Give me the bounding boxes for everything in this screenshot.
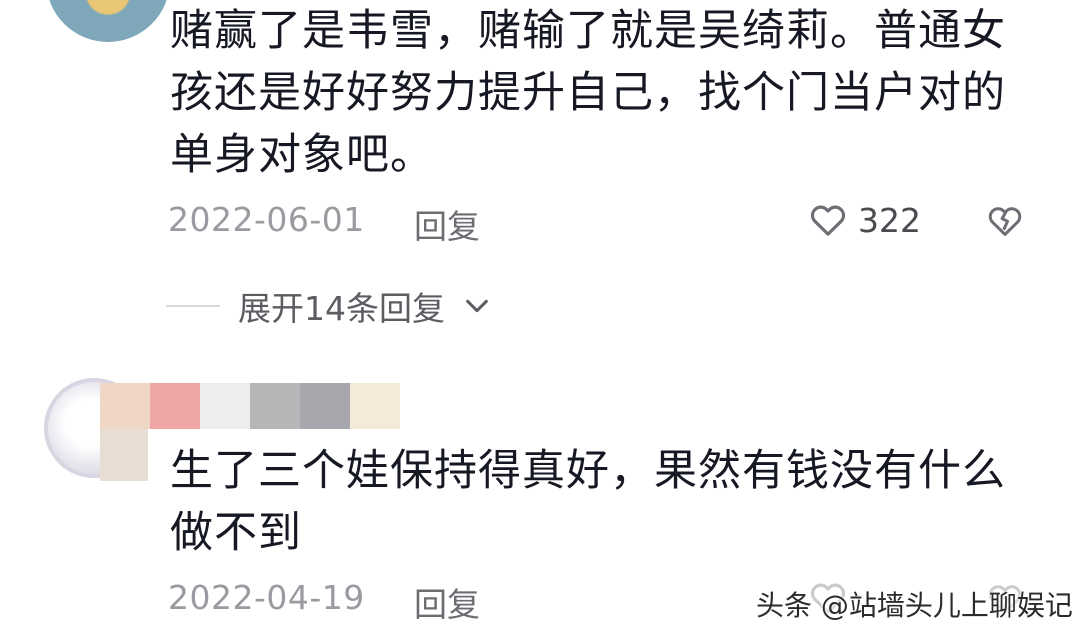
- comment-2-reply-button[interactable]: 回复: [414, 578, 480, 626]
- comment-2-date: 2022-04-19: [168, 578, 365, 617]
- censor-block: [300, 383, 350, 429]
- comment-1-like-count: 322: [858, 200, 921, 240]
- censor-block: [250, 383, 300, 429]
- comment-1-date: 2022-06-01: [168, 200, 365, 239]
- broken-heart-icon: [988, 207, 1022, 236]
- comment-1-dislike-button[interactable]: [986, 202, 1024, 244]
- comment-2-username-censored[interactable]: [100, 383, 400, 429]
- comment-2-text: 生了三个娃保持得真好，果然有钱没有什么做不到: [170, 446, 1006, 558]
- chevron-down-icon: [463, 292, 491, 320]
- expand-replies-button[interactable]: 展开14条回复: [166, 282, 491, 330]
- comment-1-text: 赌赢了是韦雪，赌输了就是吴绮莉。普通女孩还是好好努力提升自己，找个门当户对的单身…: [170, 6, 1006, 180]
- comment-1-reply-button[interactable]: 回复: [414, 200, 480, 248]
- comment-1-avatar[interactable]: [46, 0, 170, 42]
- watermark: 头条 @站墙头儿上聊娱记: [756, 589, 1073, 622]
- censor-block: [200, 383, 250, 429]
- comment-1-like-button[interactable]: 322: [808, 200, 921, 240]
- censor-block: [350, 383, 400, 429]
- heart-outline-icon: [810, 205, 846, 236]
- censor-block: [100, 383, 150, 429]
- expand-replies-label: 展开14条回复: [238, 289, 445, 328]
- expand-divider: [166, 305, 220, 307]
- censor-block: [150, 383, 200, 429]
- censor-block: [100, 429, 148, 481]
